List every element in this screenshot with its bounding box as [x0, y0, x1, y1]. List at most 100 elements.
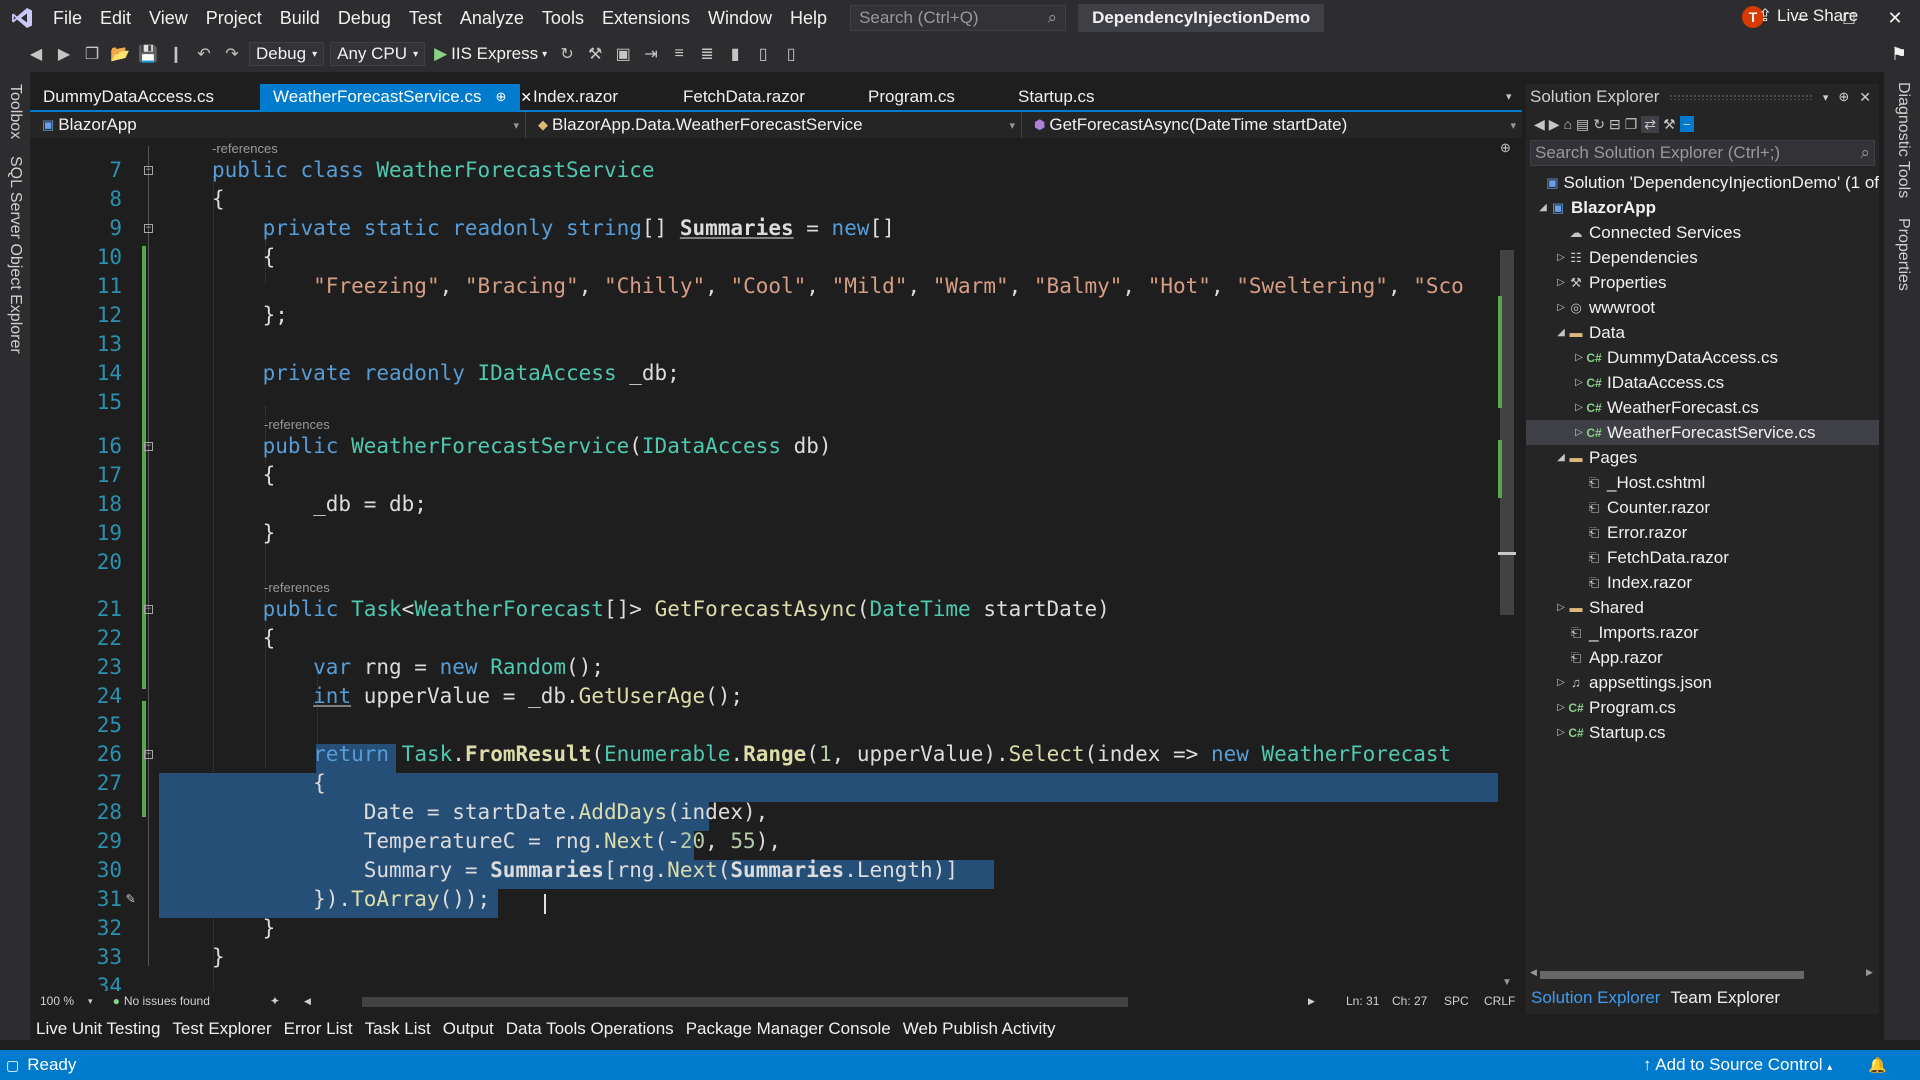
notifications-bell-icon[interactable]: 🔔 [1868, 1056, 1887, 1074]
tab-team-explorer[interactable]: Team Explorer [1665, 988, 1785, 1008]
tree-item-imports-razor[interactable]: ⎗ _Imports.razor [1526, 620, 1879, 645]
fold-toggle-icon[interactable]: − [144, 442, 153, 451]
expanded-twisty-icon[interactable]: ◢ [1536, 202, 1550, 213]
issues-status[interactable]: No issues found [124, 994, 210, 1008]
fold-toggle-icon[interactable]: − [144, 605, 153, 614]
tree-item-program-cs[interactable]: ▷ C# Program.cs [1526, 695, 1879, 720]
tab-task-list[interactable]: Task List [359, 1019, 437, 1039]
grip-dots[interactable] [1669, 94, 1813, 100]
collapsed-twisty-icon[interactable]: ▷ [1554, 252, 1568, 263]
start-debugging-button[interactable]: ▶ IIS Express ▾ [434, 44, 547, 64]
redo-icon[interactable]: ↷ [221, 43, 243, 65]
tab-weatherforecastservice[interactable]: WeatherForecastService.cs ⊕ ✕ [260, 84, 532, 110]
codelens-references[interactable]: -references [212, 141, 278, 156]
tree-item-counter-razor[interactable]: ⎗ Counter.razor [1526, 495, 1879, 520]
tree-item-properties[interactable]: ▷ ⚒ Properties [1526, 270, 1879, 295]
codelens-references[interactable]: -references [264, 580, 330, 595]
uncomment-icon[interactable]: ≣ [696, 43, 718, 65]
tab-package-manager-console[interactable]: Package Manager Console [680, 1019, 897, 1039]
bookmark-icon[interactable]: ▮ [724, 43, 746, 65]
menu-edit[interactable]: Edit [91, 0, 140, 36]
tree-item-fetchdata-razor[interactable]: ⎗ FetchData.razor [1526, 545, 1879, 570]
show-all-files-icon[interactable]: ❐ [1625, 116, 1638, 133]
tab-startup-cs[interactable]: Startup.cs [1005, 84, 1155, 110]
menu-project[interactable]: Project [197, 0, 271, 36]
save-icon[interactable]: 💾 [137, 43, 159, 65]
menu-help[interactable]: Help [781, 0, 836, 36]
menu-build[interactable]: Build [271, 0, 329, 36]
tree-item-idataaccess[interactable]: ▷ C# IDataAccess.cs [1526, 370, 1879, 395]
solution-configuration-dropdown[interactable]: Debug ▾ [249, 42, 325, 66]
code-cleanup-icon[interactable]: ✦ [270, 994, 280, 1008]
tab-error-list[interactable]: Error List [278, 1019, 359, 1039]
comment-icon[interactable]: ≡ [668, 43, 690, 65]
split-editor-icon[interactable]: ⊕ [1500, 140, 1511, 156]
scroll-left-icon[interactable]: ◀ [1530, 967, 1537, 978]
close-window-icon[interactable]: ✕ [1872, 0, 1918, 36]
tab-output[interactable]: Output [437, 1019, 500, 1039]
tab-dummydataaccess[interactable]: DummyDataAccess.cs [30, 84, 260, 110]
tab-index-razor[interactable]: Index.razor [520, 84, 670, 110]
forward-icon[interactable]: ▶ [1549, 116, 1560, 133]
scrollbar-thumb[interactable] [1540, 971, 1804, 979]
tree-item-blazorapp[interactable]: ◢ ▣ BlazorApp [1526, 195, 1879, 220]
solution-explorer-search-input[interactable]: Search Solution Explorer (Ctrl+;) ⌕ [1530, 140, 1875, 166]
save-all-icon[interactable]: ❙ [165, 43, 187, 65]
quick-actions-icon[interactable]: ✎ [126, 889, 135, 907]
source-control-button[interactable]: ↑ Add to Source Control ▴ [1643, 1055, 1832, 1075]
browser-link-icon[interactable]: ⚒ [584, 43, 606, 65]
chevron-down-icon[interactable]: ▾ [88, 996, 93, 1007]
tree-item-app-razor[interactable]: ⎗ App.razor [1526, 645, 1879, 670]
preview-icon[interactable]: − [1679, 116, 1694, 132]
tree-item-data-folder[interactable]: ◢ ▬ Data [1526, 320, 1879, 345]
tree-item-appsettings-json[interactable]: ▷ ♫ appsettings.json [1526, 670, 1879, 695]
switch-views-icon[interactable]: ▤ [1576, 116, 1589, 133]
scroll-left-icon[interactable]: ◀ [304, 996, 311, 1007]
collapsed-twisty-icon[interactable]: ▷ [1554, 677, 1568, 688]
sync-icon[interactable]: ⇄ [1641, 115, 1660, 133]
menu-view[interactable]: View [140, 0, 197, 36]
tree-item-wwwroot[interactable]: ▷ ◎ wwwroot [1526, 295, 1879, 320]
tree-item-pages-folder[interactable]: ◢ ▬ Pages [1526, 445, 1879, 470]
chevron-down-icon[interactable]: ▾ [1823, 91, 1829, 104]
member-dropdown[interactable]: ⬢ GetForecastAsync(DateTime startDate) ▾ [1022, 112, 1522, 138]
collapsed-twisty-icon[interactable]: ▷ [1572, 352, 1586, 363]
back-icon[interactable]: ◀ [1534, 116, 1545, 133]
quick-launch-search-input[interactable]: Search (Ctrl+Q) ⌕ [850, 5, 1067, 31]
collapsed-twisty-icon[interactable]: ▷ [1554, 277, 1568, 288]
menu-file[interactable]: File [44, 0, 91, 36]
menu-debug[interactable]: Debug [329, 0, 400, 36]
scrollbar-thumb[interactable] [1500, 250, 1514, 615]
fold-toggle-icon[interactable]: − [144, 224, 153, 233]
collapse-all-icon[interactable]: ⊟ [1609, 116, 1621, 133]
menu-window[interactable]: Window [699, 0, 781, 36]
tree-item-error-razor[interactable]: ⎗ Error.razor [1526, 520, 1879, 545]
properties-tab[interactable]: Properties [1894, 218, 1912, 291]
tab-program-cs[interactable]: Program.cs [855, 84, 1005, 110]
type-dropdown[interactable]: ◆ BlazorApp.Data.WeatherForecastService … [526, 112, 1022, 138]
tab-live-unit-testing[interactable]: Live Unit Testing [30, 1019, 166, 1039]
tree-item-weatherforecastservice[interactable]: ▷ C# WeatherForecastService.cs [1526, 420, 1879, 445]
collapsed-twisty-icon[interactable]: ▷ [1554, 727, 1568, 738]
menu-test[interactable]: Test [400, 0, 451, 36]
new-project-icon[interactable]: ❐ [81, 43, 103, 65]
tree-item-solution[interactable]: ▣ Solution 'DependencyInjectionDemo' (1 … [1526, 170, 1879, 195]
step-icon[interactable]: ⇥ [640, 43, 662, 65]
collapsed-twisty-icon[interactable]: ▷ [1572, 377, 1586, 388]
code-editor[interactable]: -references -references -references 7 − … [30, 138, 1508, 991]
undo-icon[interactable]: ↶ [193, 43, 215, 65]
navigate-back-icon[interactable]: ◀ [25, 43, 47, 65]
collapsed-twisty-icon[interactable]: ▷ [1572, 402, 1586, 413]
tab-solution-explorer[interactable]: Solution Explorer [1526, 988, 1665, 1008]
tree-item-connected-services[interactable]: ☁ Connected Services [1526, 220, 1879, 245]
sql-server-object-explorer-tab[interactable]: SQL Server Object Explorer [6, 156, 24, 354]
menu-analyze[interactable]: Analyze [451, 0, 533, 36]
history-icon[interactable]: ↻ [1593, 116, 1605, 133]
feedback-icon[interactable]: ⚑ [1876, 36, 1920, 72]
tree-item-index-razor[interactable]: ⎗ Index.razor [1526, 570, 1879, 595]
diagnostic-tools-tab[interactable]: Diagnostic Tools [1894, 82, 1912, 198]
menu-extensions[interactable]: Extensions [593, 0, 699, 36]
tab-fetchdata-razor[interactable]: FetchData.razor [670, 84, 855, 110]
properties-wrench-icon[interactable]: ⚒ [1663, 116, 1676, 133]
live-share-button[interactable]: ⇪ Live Share [1758, 6, 1858, 26]
